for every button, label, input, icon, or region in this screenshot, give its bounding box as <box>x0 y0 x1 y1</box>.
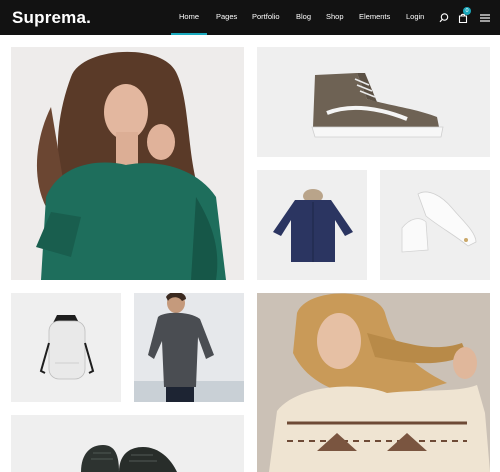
black-shoes-photo[interactable] <box>11 415 244 472</box>
woman-green-sweater-photo[interactable] <box>11 47 244 280</box>
sneaker-photo[interactable] <box>257 47 490 157</box>
woman-patterned-sweater-photo[interactable] <box>257 293 490 472</box>
site-header: Suprema. Home Pages Portfolio Blog Shop … <box>0 0 500 35</box>
nav-home[interactable]: Home <box>179 12 199 21</box>
nav-elements[interactable]: Elements <box>359 12 390 21</box>
active-nav-indicator <box>171 33 207 35</box>
nav-shop[interactable]: Shop <box>326 12 344 21</box>
navy-parka-photo[interactable] <box>257 170 367 280</box>
nav-portfolio[interactable]: Portfolio <box>252 12 280 21</box>
cart-count-badge: 0 <box>463 7 471 15</box>
man-grey-sweater-photo[interactable] <box>134 293 244 402</box>
white-backpack-photo[interactable] <box>11 293 121 402</box>
nav-pages[interactable]: Pages <box>216 12 237 21</box>
nav-blog[interactable]: Blog <box>296 12 311 21</box>
site-logo[interactable]: Suprema. <box>12 8 91 28</box>
search-icon[interactable] <box>437 11 451 25</box>
menu-icon[interactable] <box>478 11 492 25</box>
white-sneakers-photo[interactable] <box>380 170 490 280</box>
nav-login[interactable]: Login <box>406 12 424 21</box>
